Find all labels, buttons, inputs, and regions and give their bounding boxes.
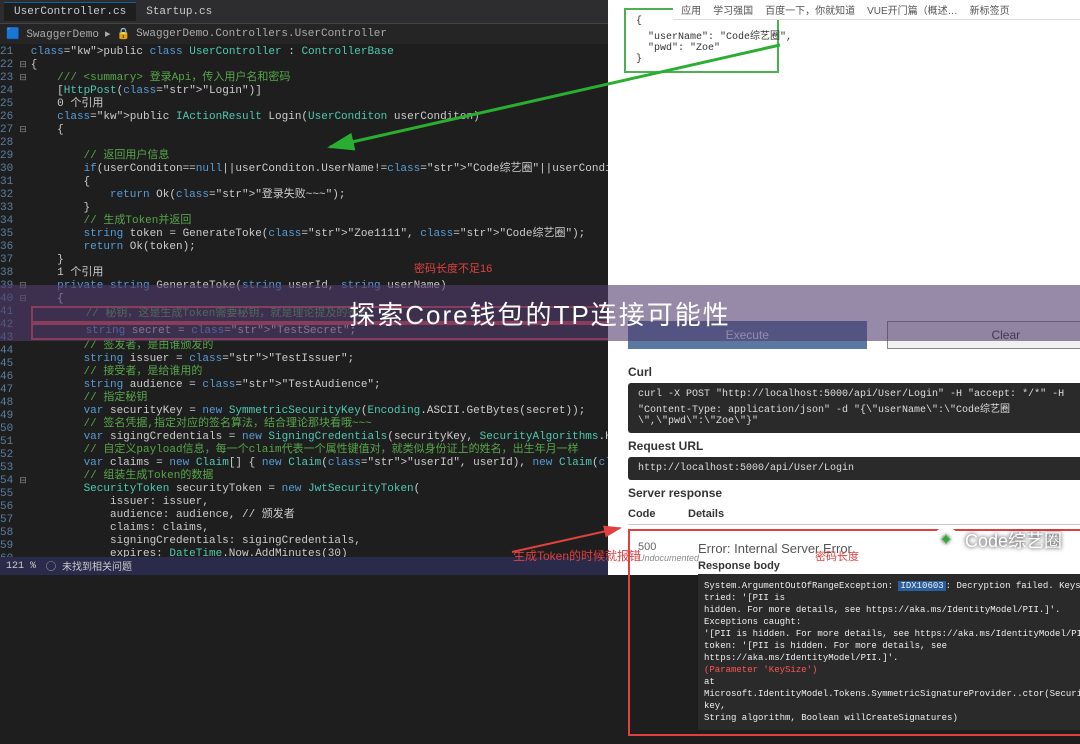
request-url-block[interactable]: http://localhost:5000/api/User/Login [628,457,1080,480]
pwd-len-label: 密码长度不足16 [414,260,492,276]
code-area[interactable]: class="kw">public class UserController :… [27,44,608,575]
status-code: 500 [638,541,698,553]
line-numbers: 2122232425262728293031323334353637383940… [0,44,19,575]
response-body-label: Response body [698,560,1080,572]
curl-block[interactable]: curl -X POST "http://localhost:5000/api/… [628,383,1080,433]
curl-label: Curl [628,365,1080,379]
error-body[interactable]: System.ArgumentOutOfRangeException: IDX1… [698,574,1080,730]
ide-panel: UserController.cs Startup.cs 🟦 SwaggerDe… [0,0,608,575]
breadcrumb: 🟦 SwaggerDemo ▸ 🔒 SwaggerDemo.Controller… [0,24,608,44]
class-icon: 🔒 [116,27,130,41]
response-section: Curl curl -X POST "http://localhost:5000… [608,349,1080,744]
details-header: Details [688,508,724,520]
keysize-label: 密码长度 [815,548,859,564]
browser-bookmarks: 应用学习强国百度一下，你就知道VUE开门篇（概述…新标签页 [673,0,1080,20]
execute-button[interactable]: Execute [628,321,867,349]
tab-startup[interactable]: Startup.cs [136,3,222,21]
error-title: Error: Internal Server Error [698,541,1080,556]
request-url-label: Request URL [628,439,1080,453]
zoom-level: 121 % [6,561,36,572]
code-editor[interactable]: 2122232425262728293031323334353637383940… [0,44,608,575]
code-header: Code [628,508,688,520]
clear-button[interactable]: Clear [887,321,1080,349]
editor-tabs: UserController.cs Startup.cs [0,0,608,24]
server-response-label: Server response [628,486,1080,500]
breadcrumb-path: SwaggerDemo.Controllers.UserController [136,28,387,40]
tab-usercontroller[interactable]: UserController.cs [4,2,136,21]
token-error-label: 生成Token的时候就报错 [513,547,641,564]
no-issues: ◯ 未找到相关问题 [46,558,132,574]
breadcrumb-project: 🟦 SwaggerDemo [6,27,99,41]
swagger-panel: 应用学习强国百度一下，你就知道VUE开门篇（概述…新标签页 { "userNam… [608,0,1080,575]
undocumented-label: Undocumented [638,553,698,563]
fold-column: ⊟⊟⊟⊟⊟⊟ [19,44,27,575]
